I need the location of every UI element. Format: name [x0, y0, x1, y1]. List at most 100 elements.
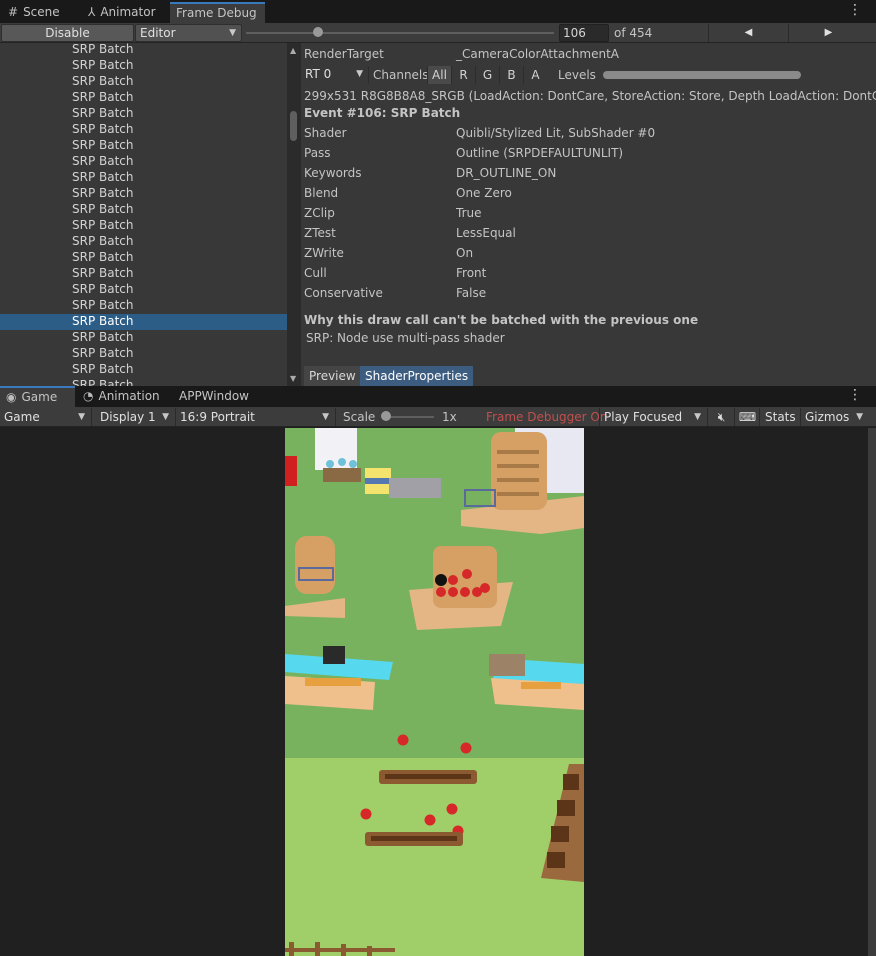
event-list-item[interactable]: SRP Batch: [0, 330, 287, 346]
channel-all-button[interactable]: All: [427, 66, 451, 84]
more-options-icon[interactable]: ⋮: [848, 3, 862, 17]
scroll-up-icon[interactable]: ▲: [290, 46, 296, 55]
event-list-item[interactable]: SRP Batch: [0, 378, 287, 386]
scrollbar-thumb[interactable]: [290, 111, 297, 141]
frame-slider-track[interactable]: [246, 32, 554, 34]
event-list-scrollbar[interactable]: ▲ ▼: [287, 43, 301, 386]
chevron-down-icon: ▼: [162, 412, 169, 422]
scale-slider-thumb[interactable]: [381, 411, 391, 421]
frame-number-field[interactable]: 106: [559, 24, 609, 42]
frame-debug-toolbar: Disable Editor ▼ 106 of 454 ◀ ▶: [0, 23, 876, 43]
channel-a-button[interactable]: A: [523, 66, 547, 84]
event-list-item[interactable]: SRP Batch: [0, 122, 287, 138]
property-key: ZTest: [304, 226, 336, 240]
property-value: Outline (SRPDEFAULTUNLIT): [456, 146, 624, 160]
previous-frame-button[interactable]: ◀: [708, 24, 788, 42]
event-list-item[interactable]: SRP Batch: [0, 202, 287, 218]
property-key: Shader: [304, 126, 347, 140]
property-value: On: [456, 246, 474, 260]
batch-reason: SRP: Node use multi-pass shader: [306, 331, 505, 345]
event-list-item[interactable]: SRP Batch: [0, 154, 287, 170]
scale-value: 1x: [442, 410, 457, 424]
grid-icon: #: [8, 5, 19, 19]
levels-range-slider[interactable]: [603, 71, 801, 79]
game-render[interactable]: [285, 428, 584, 956]
display-dropdown[interactable]: Display 1 ▼: [96, 408, 176, 426]
tab-appwindow[interactable]: APPWindow: [173, 386, 258, 407]
format-text: 299x531 R8G8B8A8_SRGB (LoadAction: DontC…: [304, 89, 876, 103]
property-value: LessEqual: [456, 226, 516, 240]
event-list-item[interactable]: SRP Batch: [0, 298, 287, 314]
channel-r-button[interactable]: R: [451, 66, 475, 84]
farm-scene-image: [285, 428, 584, 956]
play-mode-value: Play Focused: [604, 410, 683, 424]
scroll-down-icon[interactable]: ▼: [290, 374, 296, 383]
aspect-dropdown[interactable]: 16:9 Portrait ▼: [176, 408, 336, 426]
render-target-value: _CameraColorAttachmentA: [456, 47, 619, 61]
render-target-label: RenderTarget: [304, 47, 384, 61]
event-list-item[interactable]: SRP Batch: [0, 58, 287, 74]
tab-game-label: Game: [21, 390, 58, 404]
event-list-item[interactable]: SRP Batch: [0, 170, 287, 186]
channel-b-button[interactable]: B: [499, 66, 523, 84]
frame-debugger-status: Frame Debugger On: [486, 410, 608, 424]
event-list-item[interactable]: SRP Batch: [0, 186, 287, 202]
property-key: Blend: [304, 186, 339, 200]
event-list-item[interactable]: SRP Batch: [0, 362, 287, 378]
tab-animation[interactable]: ◔ Animation: [77, 386, 169, 407]
disable-button[interactable]: Disable: [1, 24, 134, 42]
target-dropdown-value: Editor: [140, 26, 176, 40]
event-list-item[interactable]: SRP Batch: [0, 90, 287, 106]
frame-slider-thumb[interactable]: [312, 27, 323, 37]
game-mode-value: Game: [4, 410, 40, 424]
event-list-item[interactable]: SRP Batch: [0, 234, 287, 250]
tab-animator[interactable]: ⅄ Animator: [82, 2, 170, 23]
tab-frame-debug[interactable]: Frame Debug: [170, 2, 265, 23]
top-tab-bar: # Scene ⅄ Animator Frame Debug ⋮: [0, 0, 876, 23]
aspect-value: 16:9 Portrait: [180, 410, 255, 424]
property-key: Conservative: [304, 286, 383, 300]
game-mode-dropdown[interactable]: Game ▼: [0, 408, 92, 426]
scale-label: Scale: [343, 410, 376, 424]
arrow-right-icon: ▶: [824, 27, 833, 38]
event-list-item[interactable]: SRP Batch: [0, 314, 287, 330]
event-list-item[interactable]: SRP Batch: [0, 266, 287, 282]
rt-dropdown-value: RT 0: [305, 67, 332, 81]
stats-button[interactable]: Stats: [761, 408, 801, 426]
tab-animator-label: Animator: [100, 5, 156, 19]
keyboard-icon: ⌨: [738, 410, 757, 424]
tab-shader-properties[interactable]: ShaderProperties: [360, 366, 474, 386]
event-list-item[interactable]: SRP Batch: [0, 43, 287, 58]
target-dropdown[interactable]: Editor ▼: [135, 24, 242, 42]
property-key: ZClip: [304, 206, 335, 220]
next-frame-button[interactable]: ▶: [788, 24, 868, 42]
gamepad-icon: ◉: [6, 390, 17, 404]
mute-audio-button[interactable]: 🔇︎: [709, 408, 735, 426]
batch-heading: Why this draw call can't be batched with…: [304, 313, 699, 327]
event-list-item[interactable]: SRP Batch: [0, 138, 287, 154]
event-list-item[interactable]: SRP Batch: [0, 346, 287, 362]
gizmos-label: Gizmos: [805, 410, 850, 424]
more-options-icon[interactable]: ⋮: [848, 388, 862, 402]
play-mode-dropdown[interactable]: Play Focused ▼: [599, 408, 708, 426]
tab-preview[interactable]: Preview: [304, 366, 361, 386]
channel-g-button[interactable]: G: [475, 66, 499, 84]
clock-icon: ◔: [83, 389, 94, 403]
tab-game[interactable]: ◉ Game: [0, 386, 75, 407]
rt-dropdown[interactable]: RT 0 ▼: [301, 66, 369, 84]
event-list-item[interactable]: SRP Batch: [0, 250, 287, 266]
animator-icon: ⅄: [88, 5, 96, 19]
render-target-controls: RT 0 ▼ Channels All R G B A Levels: [301, 64, 876, 84]
tab-scene[interactable]: # Scene: [2, 2, 82, 23]
event-list-item[interactable]: SRP Batch: [0, 218, 287, 234]
property-key: ZWrite: [304, 246, 344, 260]
gizmos-dropdown[interactable]: Gizmos ▼: [801, 408, 869, 426]
event-list-item[interactable]: SRP Batch: [0, 74, 287, 90]
event-list-item[interactable]: SRP Batch: [0, 106, 287, 122]
property-value: True: [456, 206, 482, 220]
tab-appwindow-label: APPWindow: [179, 389, 249, 403]
shortcuts-button[interactable]: ⌨: [736, 408, 760, 426]
property-key: Keywords: [304, 166, 362, 180]
property-value: Quibli/Stylized Lit, SubShader #0: [456, 126, 656, 140]
event-list-item[interactable]: SRP Batch: [0, 282, 287, 298]
